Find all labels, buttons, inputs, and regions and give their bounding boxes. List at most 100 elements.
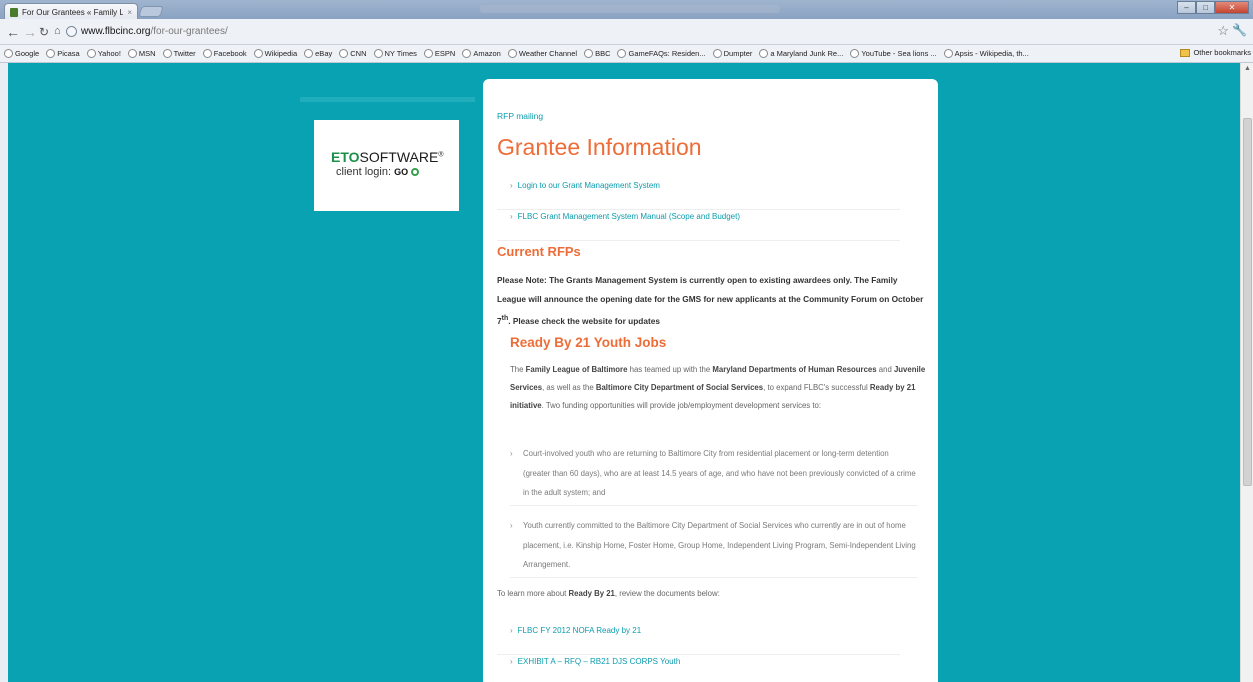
learn-post: , review the documents below: — [614, 589, 720, 598]
other-bookmarks-label: Other bookmarks — [1193, 48, 1251, 57]
ready-by-21-heading: Ready By 21 Youth Jobs — [510, 335, 667, 350]
browser-tab[interactable]: For Our Grantees « Family L × — [4, 3, 138, 20]
maximize-button[interactable]: □ — [1196, 1, 1215, 14]
link-login-gms[interactable]: › Login to our Grant Management System — [497, 179, 900, 210]
bullet-text: Court-involved youth who are returning t… — [523, 449, 916, 497]
chevron-right-icon: › — [510, 626, 513, 635]
bookmark-label: eBay — [315, 49, 333, 58]
bullet-dss-youth: › Youth currently committed to the Baltim… — [510, 516, 918, 578]
bookmark-item[interactable]: Amazon — [462, 49, 501, 58]
learn-pre: To learn more about — [497, 589, 569, 598]
gamefaqs-icon — [617, 49, 627, 58]
eto-login-banner[interactable]: ETOSOFTWARE® client login: GO — [314, 120, 459, 211]
scrollbar-thumb[interactable] — [1243, 118, 1252, 486]
close-window-button[interactable]: ✕ — [1215, 1, 1249, 14]
bookmark-item[interactable]: GameFAQs: Residen... — [617, 49, 706, 58]
current-rfps-heading: Current RFPs — [497, 244, 581, 259]
bookmark-label: Twitter — [173, 49, 196, 58]
globe-icon — [86, 49, 96, 58]
reload-icon[interactable]: ↻ — [39, 25, 49, 39]
link-label[interactable]: EXHIBIT A – RFQ – RB21 DJS CORPS Youth — [518, 657, 681, 666]
link-exhibit-a[interactable]: › EXHIBIT A – RFQ – RB21 DJS CORPS Youth — [497, 655, 900, 682]
globe-icon — [423, 49, 433, 58]
bookmark-label: Weather Channel — [518, 49, 578, 58]
navigation-toolbar: ← → ↻ ⌂ www.flbcinc.org/for-our-grantees… — [0, 19, 1253, 45]
bookmark-item[interactable]: CNN — [339, 49, 367, 58]
bookmark-star-icon[interactable]: ☆ — [1217, 23, 1229, 39]
bookmark-item[interactable]: Picasa — [46, 49, 80, 58]
wikipedia-icon — [253, 49, 263, 58]
page-info-icon[interactable] — [66, 25, 77, 37]
bookmark-item[interactable]: Google — [4, 49, 39, 58]
link-gms-manual[interactable]: › FLBC Grant Management System Manual (Sc… — [497, 210, 900, 241]
wikipedia-icon — [943, 49, 953, 58]
bookmark-item[interactable]: ESPN — [423, 49, 455, 58]
eto-brand-rest: SOFTWARE — [359, 149, 439, 165]
bullet-court-involved: › Court-involved youth who are returning … — [510, 444, 918, 506]
learn-more-text: To learn more about Ready By 21, review … — [497, 589, 720, 598]
bookmark-label: Apsis - Wikipedia, th... — [954, 49, 1029, 58]
go-arrow-icon — [411, 168, 420, 176]
link-label[interactable]: Login to our Grant Management System — [518, 181, 660, 190]
address-bar[interactable]: www.flbcinc.org/for-our-grantees/ — [66, 23, 1203, 39]
learn-bold: Ready By 21 — [568, 589, 615, 598]
bookmark-item[interactable]: Dumpter — [712, 49, 752, 58]
intro-paragraph: The Family League of Baltimore has teame… — [510, 361, 930, 415]
google-icon — [4, 49, 13, 58]
window-titlebar: For Our Grantees « Family L × – □ ✕ — [0, 0, 1253, 20]
intro-text: has teamed up with the — [627, 365, 713, 374]
link-label[interactable]: FLBC FY 2012 NOFA Ready by 21 — [518, 626, 641, 635]
bookmark-item[interactable]: BBC — [584, 49, 610, 58]
chevron-right-icon: › — [510, 181, 513, 190]
bookmark-item[interactable]: MSN — [127, 49, 156, 58]
tab-close-icon[interactable]: × — [127, 8, 132, 17]
intro-text: . Two funding opportunities will provide… — [541, 401, 822, 410]
forward-arrow-icon[interactable]: → — [23, 24, 37, 40]
bookmark-label: Wikipedia — [264, 49, 298, 58]
bookmark-item[interactable]: NY Times — [373, 49, 417, 58]
page-title: Grantee Information — [497, 134, 702, 160]
globe-icon — [462, 49, 472, 58]
bookmark-item[interactable]: Weather Channel — [507, 49, 578, 58]
globe-icon — [584, 49, 594, 58]
bookmark-item[interactable]: Yahoo! — [86, 49, 121, 58]
bookmark-item[interactable]: Twitter — [162, 49, 196, 58]
minimize-button[interactable]: – — [1177, 1, 1196, 14]
vertical-scrollbar[interactable]: ▲ — [1240, 63, 1253, 682]
bookmark-item[interactable]: a Maryland Junk Re... — [759, 49, 843, 58]
wrench-menu-icon[interactable]: 🔧 — [1232, 23, 1247, 37]
bookmark-label: Picasa — [57, 49, 80, 58]
link-label[interactable]: FLBC Grant Management System Manual (Sco… — [518, 212, 740, 221]
home-icon[interactable]: ⌂ — [54, 25, 61, 37]
eto-login-label: client login: — [336, 166, 392, 178]
folder-icon — [1180, 48, 1191, 57]
chevron-right-icon: › — [510, 449, 513, 458]
bookmark-item[interactable]: Facebook — [202, 49, 247, 58]
bookmark-item[interactable]: YouTube - Sea lions ... — [850, 49, 937, 58]
globe-icon — [162, 49, 172, 58]
eto-go-label: GO — [394, 167, 409, 177]
bookmark-label: Yahoo! — [97, 49, 121, 58]
bookmark-label: BBC — [595, 49, 611, 58]
link-nofa-doc[interactable]: › FLBC FY 2012 NOFA Ready by 21 — [497, 624, 900, 655]
blurred-decoration — [300, 97, 475, 102]
url-path: /for-our-grantees/ — [150, 25, 228, 37]
bookmark-item[interactable]: Apsis - Wikipedia, th... — [943, 49, 1029, 58]
new-tab-button[interactable] — [138, 6, 164, 17]
bookmarks-bar: Google Picasa Yahoo! MSN Twitter Facebook Wiki… — [0, 45, 1253, 63]
tab-title: For Our Grantees « Family L — [22, 7, 124, 17]
bookmark-item[interactable]: Wikipedia — [253, 49, 298, 58]
youtube-icon — [850, 49, 860, 58]
bullet-text: Youth currently committed to the Baltimo… — [523, 521, 916, 569]
scroll-up-arrow-icon[interactable]: ▲ — [1244, 65, 1251, 72]
bookmark-label: GameFAQs: Residen... — [628, 49, 706, 58]
rfp-mailing-link[interactable]: RFP mailing — [497, 111, 543, 121]
blurred-window-title — [480, 5, 780, 13]
chevron-right-icon: › — [510, 212, 513, 221]
bookmark-item[interactable]: eBay — [304, 49, 332, 58]
gms-notice: Please Note: The Grants Management Syste… — [497, 271, 927, 331]
back-arrow-icon[interactable]: ← — [6, 24, 20, 40]
other-bookmarks[interactable]: Other bookmarks — [1180, 48, 1251, 57]
intro-bold: Family League of Baltimore — [525, 365, 628, 374]
window-controls: – □ ✕ — [1177, 1, 1249, 14]
